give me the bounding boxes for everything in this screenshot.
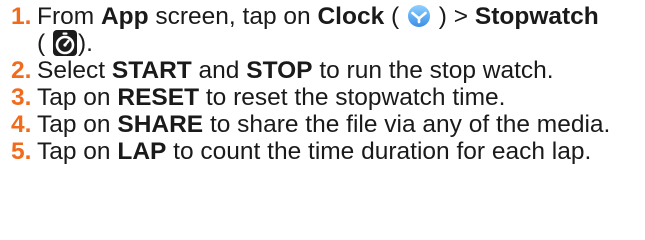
step-text: From (37, 3, 101, 30)
step-text: to reset the stopwatch time. (199, 84, 506, 111)
step-keyword: RESET (117, 84, 200, 111)
step-text: to share the file via any of the media. (203, 111, 611, 138)
step-item: 1. From App screen, tap on Clock ( ) > S… (0, 3, 645, 57)
step-item: 5. Tap on LAP to count the time duration… (0, 138, 645, 165)
step-number: 3. (11, 84, 32, 111)
step-text: Tap on (37, 138, 118, 165)
step-number: 5. (11, 138, 32, 165)
step-text: to run the stop watch. (312, 57, 554, 84)
step-keyword: LAP (117, 138, 167, 165)
step-text: Tap on (37, 111, 118, 138)
step-number: 4. (11, 111, 32, 138)
step-keyword: SHARE (117, 111, 204, 138)
instruction-page: 1. From App screen, tap on Clock ( ) > S… (0, 0, 645, 240)
step-number: 1. (11, 3, 32, 30)
steps-list: 1. From App screen, tap on Clock ( ) > S… (0, 3, 645, 165)
step-keyword: App (100, 3, 149, 30)
clock-app-icon (407, 4, 431, 28)
stopwatch-icon (52, 30, 77, 56)
step-number: 2. (11, 57, 32, 84)
step-text: Select (37, 57, 112, 84)
step-text: to count the time duration for each lap. (166, 138, 592, 165)
step-item: 2. Select START and STOP to run the stop… (0, 57, 645, 84)
step-keyword: START (111, 57, 192, 84)
step-text: Tap on (37, 84, 118, 111)
step-text: screen, tap on (148, 3, 318, 30)
step-text: ( (384, 3, 400, 30)
step-item: 3. Tap on RESET to reset the stopwatch t… (0, 84, 645, 111)
step-text: ) > (438, 3, 475, 30)
step-item: 4. Tap on SHARE to share the file via an… (0, 111, 645, 138)
step-text: and (191, 57, 247, 84)
step-keyword: STOP (246, 57, 313, 84)
step-text: ( (37, 30, 46, 57)
step-text: ). (77, 30, 93, 57)
step-keyword: Clock (317, 3, 385, 30)
step-keyword: Stopwatch (474, 3, 599, 30)
